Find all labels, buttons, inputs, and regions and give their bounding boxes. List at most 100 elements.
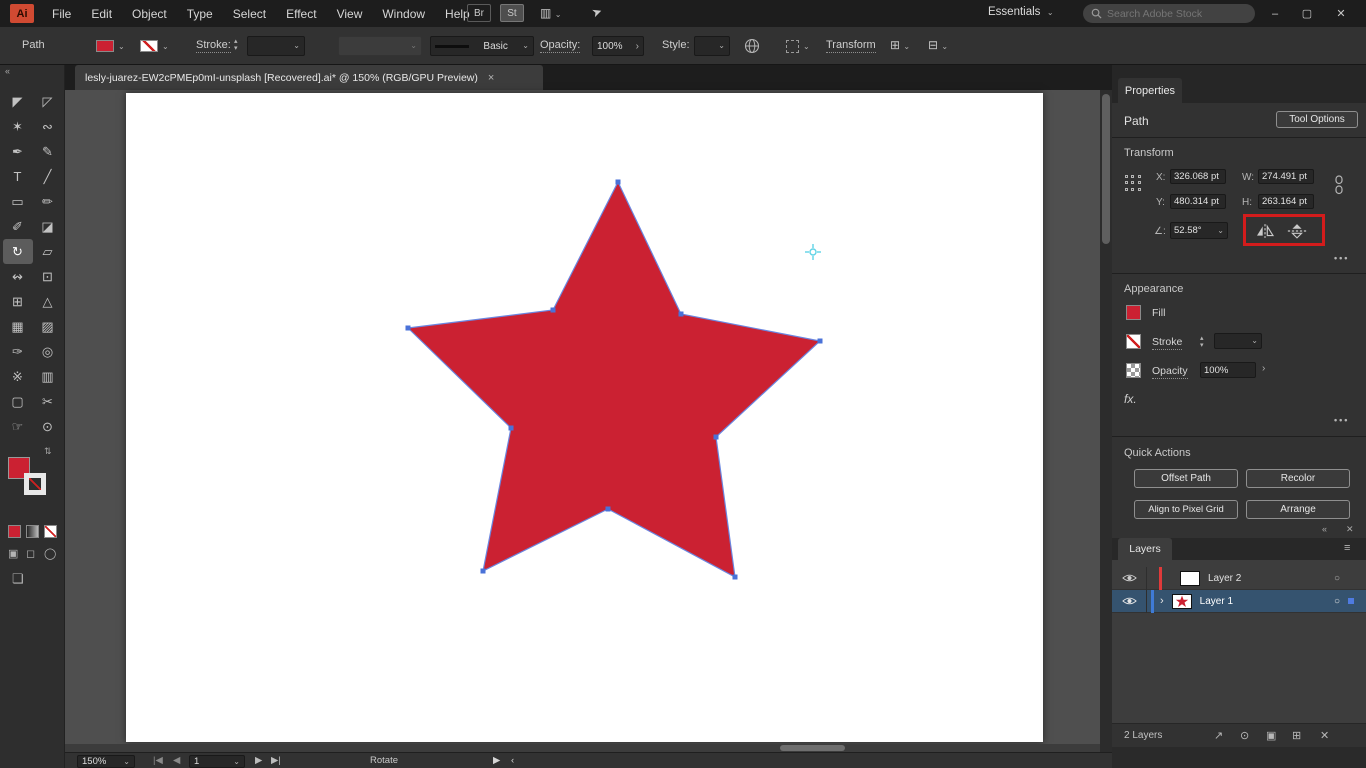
new-layer-icon[interactable]: ⊞ xyxy=(1292,729,1301,742)
opacity-combo[interactable]: 100%› xyxy=(592,36,644,56)
draw-normal-icon[interactable]: ▣ xyxy=(8,547,18,560)
curvature-tool[interactable]: ✎ xyxy=(33,139,63,164)
make-clipping-mask-icon[interactable]: ▣ xyxy=(1266,729,1276,742)
last-artboard-icon[interactable]: ▶| xyxy=(271,755,281,766)
layers-menu-icon[interactable]: ≡ xyxy=(1344,542,1350,554)
screen-mode-icon[interactable]: ❏ xyxy=(12,571,24,587)
layer2-visibility-eye-icon[interactable] xyxy=(1122,573,1137,583)
constrain-proportions-icon[interactable] xyxy=(1332,175,1346,195)
artboard-tool[interactable]: ▢ xyxy=(3,389,33,414)
none-mode-button[interactable] xyxy=(44,525,57,538)
free-transform-tool[interactable]: ⊡ xyxy=(33,264,63,289)
direct-selection-tool[interactable]: ◸ xyxy=(33,89,63,114)
document-tab[interactable]: lesly-juarez-EW2cPMEp0mI-unsplash [Recov… xyxy=(75,65,543,90)
layer1-visibility-eye-icon[interactable] xyxy=(1122,596,1137,606)
horizontal-scroll-thumb[interactable] xyxy=(780,745,845,751)
h-value-field[interactable]: 263.164 pt xyxy=(1258,194,1314,209)
appearance-more-options-icon[interactable]: ••• xyxy=(1334,415,1349,425)
menu-window[interactable]: Window xyxy=(372,0,435,27)
artboard-navigation-combo[interactable]: 1⌄ xyxy=(189,755,245,768)
tool-options-button[interactable]: Tool Options xyxy=(1276,111,1358,128)
column-graph-tool[interactable]: ▥ xyxy=(33,364,63,389)
rotate-tool[interactable]: ↻ xyxy=(3,239,33,264)
swap-fill-stroke-icon[interactable]: ⇅ xyxy=(44,446,52,457)
type-tool[interactable]: T xyxy=(3,164,33,189)
stroke-weight-stepper-panel[interactable]: ▴▾ xyxy=(1200,336,1204,349)
layer1-name[interactable]: Layer 1 xyxy=(1200,596,1334,607)
layer-row-2[interactable]: Layer 2 ○ xyxy=(1112,567,1366,590)
blend-tool[interactable]: ◎ xyxy=(33,339,63,364)
canvas[interactable] xyxy=(65,90,1100,752)
layer1-target-icon[interactable]: ○ xyxy=(1334,596,1340,607)
layer1-thumbnail[interactable] xyxy=(1172,594,1192,609)
layers-close-icon[interactable]: ✕ xyxy=(1346,524,1354,535)
y-value-field[interactable]: 480.314 pt xyxy=(1170,194,1226,209)
x-value-field[interactable]: 326.068 pt xyxy=(1170,169,1226,184)
snap-caret-icon[interactable]: ⌄ xyxy=(803,43,810,51)
document-close-icon[interactable]: × xyxy=(488,72,494,84)
fx-button[interactable]: fx. xyxy=(1124,392,1137,406)
delete-layer-icon[interactable]: ✕ xyxy=(1320,729,1329,742)
snap-options-icon[interactable] xyxy=(786,40,799,53)
horizontal-scrollbar[interactable] xyxy=(65,744,1100,752)
collect-for-export-icon[interactable]: ↗ xyxy=(1214,729,1223,742)
scale-tool[interactable]: ▱ xyxy=(33,239,63,264)
fill-caret-icon[interactable]: ⌄ xyxy=(118,43,125,51)
opacity-value-combo[interactable]: 100% xyxy=(1200,362,1256,378)
layer2-name[interactable]: Layer 2 xyxy=(1208,573,1334,584)
lasso-tool[interactable]: ∾ xyxy=(33,114,63,139)
layer1-expander-icon[interactable]: › xyxy=(1160,595,1164,607)
illustrator-logo-icon[interactable]: Ai xyxy=(10,4,34,23)
stroke-weight-combo-panel[interactable]: ⌄ xyxy=(1214,333,1262,349)
stroke-weight-combo[interactable]: ⌄ xyxy=(247,36,305,56)
menu-select[interactable]: Select xyxy=(223,0,276,27)
perspective-grid-tool[interactable]: △ xyxy=(33,289,63,314)
bridge-button[interactable]: Br xyxy=(467,4,491,22)
vertical-scroll-thumb[interactable] xyxy=(1102,94,1110,244)
pen-tool[interactable]: ✒ xyxy=(3,139,33,164)
width-tool[interactable]: ↭ xyxy=(3,264,33,289)
workspace-switcher[interactable]: Essentials ⌄ xyxy=(988,6,1054,18)
star-shape[interactable] xyxy=(408,182,820,577)
status-menu-icon[interactable]: ▶ xyxy=(493,755,500,766)
color-mode-button[interactable] xyxy=(8,525,21,538)
pathfinder-options-icon[interactable]: ⊟ ⌄ xyxy=(928,38,948,52)
eraser-tool[interactable]: ◪ xyxy=(33,214,63,239)
mesh-tool[interactable]: ▦ xyxy=(3,314,33,339)
draw-inside-icon[interactable]: ◯ xyxy=(44,547,56,560)
eyedropper-tool[interactable]: ✑ xyxy=(3,339,33,364)
previous-artboard-icon[interactable]: ◀ xyxy=(173,755,180,766)
gradient-tool[interactable]: ▨ xyxy=(33,314,63,339)
restore-button[interactable]: ▢ xyxy=(1292,0,1322,27)
menu-file[interactable]: File xyxy=(42,0,81,27)
w-value-field[interactable]: 274.491 pt xyxy=(1258,169,1314,184)
menu-edit[interactable]: Edit xyxy=(81,0,122,27)
transform-more-options-icon[interactable]: ••• xyxy=(1334,253,1349,263)
recolor-button[interactable]: Recolor xyxy=(1246,469,1350,488)
rotate-reference-point-icon[interactable] xyxy=(805,244,821,260)
first-artboard-icon[interactable]: |◀ xyxy=(153,755,163,766)
close-button[interactable]: ✕ xyxy=(1326,0,1356,27)
appearance-stroke-link[interactable]: Stroke xyxy=(1152,336,1182,350)
layer-row-1[interactable]: › Layer 1 ○ xyxy=(1112,590,1366,613)
minimize-button[interactable]: – xyxy=(1260,0,1290,27)
transform-panel-link[interactable]: Transform xyxy=(826,39,876,53)
selection-tool[interactable]: ◤ xyxy=(3,89,33,114)
appearance-fill-label[interactable]: Fill xyxy=(1152,307,1165,319)
zoom-level-combo[interactable]: 150%⌄ xyxy=(77,755,135,768)
layers-tab[interactable]: Layers xyxy=(1118,538,1172,560)
layers-collapse-icon[interactable]: « xyxy=(1322,524,1327,534)
paintbrush-tool[interactable]: ✏ xyxy=(33,189,63,214)
layer2-target-icon[interactable]: ○ xyxy=(1334,573,1340,584)
line-segment-tool[interactable]: ╱ xyxy=(33,164,63,189)
stroke-indicator[interactable] xyxy=(24,473,46,495)
hand-tool[interactable]: ☞ xyxy=(3,414,33,439)
appearance-opacity-link[interactable]: Opacity xyxy=(1152,365,1188,379)
rotation-angle-combo[interactable]: 52.58°⌄ xyxy=(1170,222,1228,239)
symbol-sprayer-tool[interactable]: ※ xyxy=(3,364,33,389)
style-combo[interactable]: ⌄ xyxy=(694,36,730,56)
status-collapse-icon[interactable]: ‹ xyxy=(511,755,514,766)
menu-object[interactable]: Object xyxy=(122,0,177,27)
align-pixel-grid-button[interactable]: Align to Pixel Grid xyxy=(1134,500,1238,519)
stock-button[interactable]: St xyxy=(500,4,524,22)
